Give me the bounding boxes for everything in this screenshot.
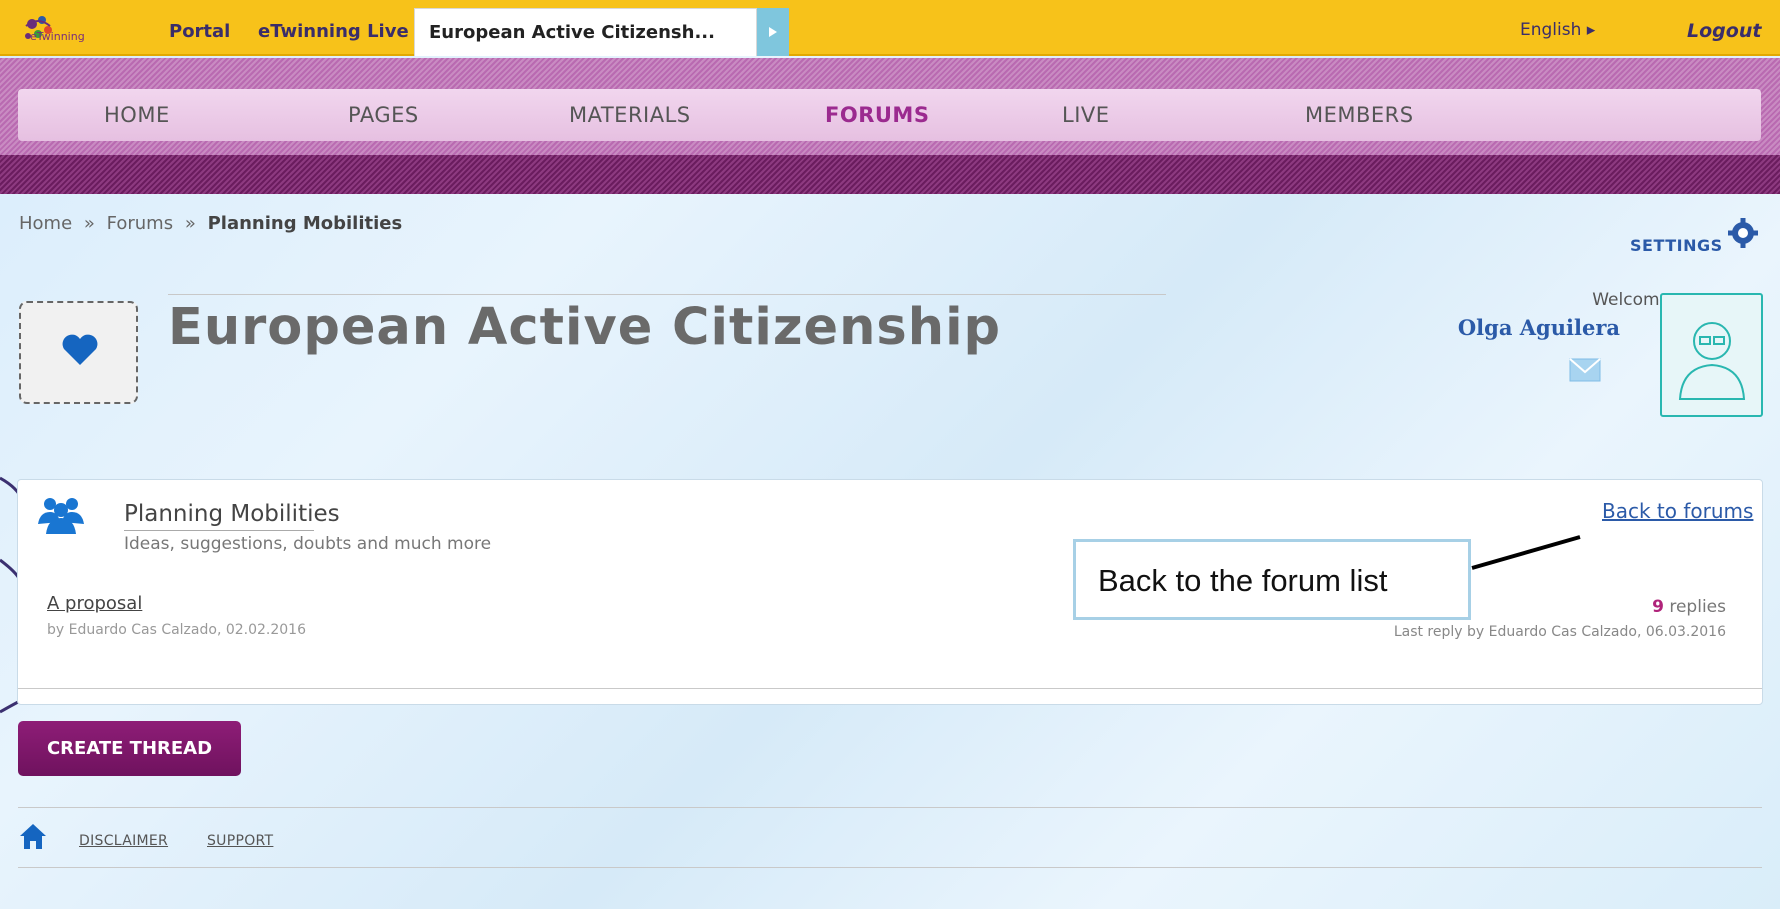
thread-last-reply: Last reply by Eduardo Cas Calzado, 06.03… xyxy=(1393,624,1726,640)
title-rule xyxy=(168,294,1166,295)
main-nav: HOME PAGES MATERIALS FORUMS LIVE MEMBERS xyxy=(18,89,1761,141)
welcome-label: Welcome xyxy=(1592,290,1670,310)
forum-card: Planning Mobilities Ideas, suggestions, … xyxy=(17,479,1763,705)
callout-box: Back to the forum list xyxy=(1073,539,1471,620)
breadcrumb-separator: » xyxy=(83,213,95,234)
user-silhouette-icon xyxy=(1678,322,1746,400)
tab-portal[interactable]: Portal xyxy=(169,8,230,56)
forum-name: Planning Mobilities xyxy=(124,501,340,527)
logout-link[interactable]: Logout xyxy=(1687,20,1761,42)
tab-etwinning-live[interactable]: eTwinning Live xyxy=(258,8,409,56)
card-divider xyxy=(18,688,1762,689)
etwinning-logo-text: eTwinning xyxy=(30,30,85,43)
envelope-icon[interactable] xyxy=(1569,358,1601,382)
breadcrumb-forums[interactable]: Forums xyxy=(107,213,173,234)
page-title: European Active Citizenship xyxy=(168,298,1002,357)
support-link[interactable]: SUPPORT xyxy=(207,833,273,849)
gear-icon[interactable] xyxy=(1728,218,1758,248)
nav-materials[interactable]: MATERIALS xyxy=(569,103,691,127)
home-icon[interactable] xyxy=(18,822,48,850)
tabs-scroll-right-button[interactable] xyxy=(757,8,789,56)
users-icon xyxy=(38,498,84,534)
breadcrumb: Home » Forums » Planning Mobilities xyxy=(19,213,402,234)
username-link[interactable]: Olga Aguilera xyxy=(1440,315,1620,340)
back-to-forums-link[interactable]: Back to forums xyxy=(1602,499,1753,523)
forum-name-underline xyxy=(124,530,314,531)
project-icon-box xyxy=(19,301,138,404)
reply-count: 9 xyxy=(1652,597,1664,617)
breadcrumb-current: Planning Mobilities xyxy=(207,213,403,234)
thread-replies: 9 replies xyxy=(1618,597,1726,617)
nav-live[interactable]: LIVE xyxy=(1062,103,1110,127)
nav-forums[interactable]: FORUMS xyxy=(825,103,929,127)
create-thread-button[interactable]: CREATE THREAD xyxy=(18,721,241,776)
callout-text: Back to the forum list xyxy=(1098,563,1388,598)
disclaimer-link[interactable]: DISCLAIMER xyxy=(79,833,168,849)
settings-link[interactable]: SETTINGS xyxy=(1630,236,1723,255)
forum-description: Ideas, suggestions, doubts and much more xyxy=(124,534,492,554)
breadcrumb-home[interactable]: Home xyxy=(19,213,72,234)
heart-icon xyxy=(62,334,98,365)
tab-european-active-citizenship[interactable]: European Active Citizensh... xyxy=(414,8,757,56)
footer-divider xyxy=(18,807,1762,808)
footer-divider xyxy=(18,867,1762,868)
thread-meta: by Eduardo Cas Calzado, 02.02.2016 xyxy=(47,622,306,638)
nav-home[interactable]: HOME xyxy=(104,103,170,127)
language-selector[interactable]: English ▸ xyxy=(1520,20,1595,40)
breadcrumb-separator: » xyxy=(184,213,196,234)
nav-pages[interactable]: PAGES xyxy=(348,103,419,127)
nav-members[interactable]: MEMBERS xyxy=(1305,103,1414,127)
top-bar: eTwinning Portal eTwinning Live European… xyxy=(0,0,1780,56)
thread-title-link[interactable]: A proposal xyxy=(47,593,142,614)
avatar[interactable] xyxy=(1660,293,1763,417)
nav-band-bottom xyxy=(0,155,1780,194)
reply-label: replies xyxy=(1669,597,1726,617)
